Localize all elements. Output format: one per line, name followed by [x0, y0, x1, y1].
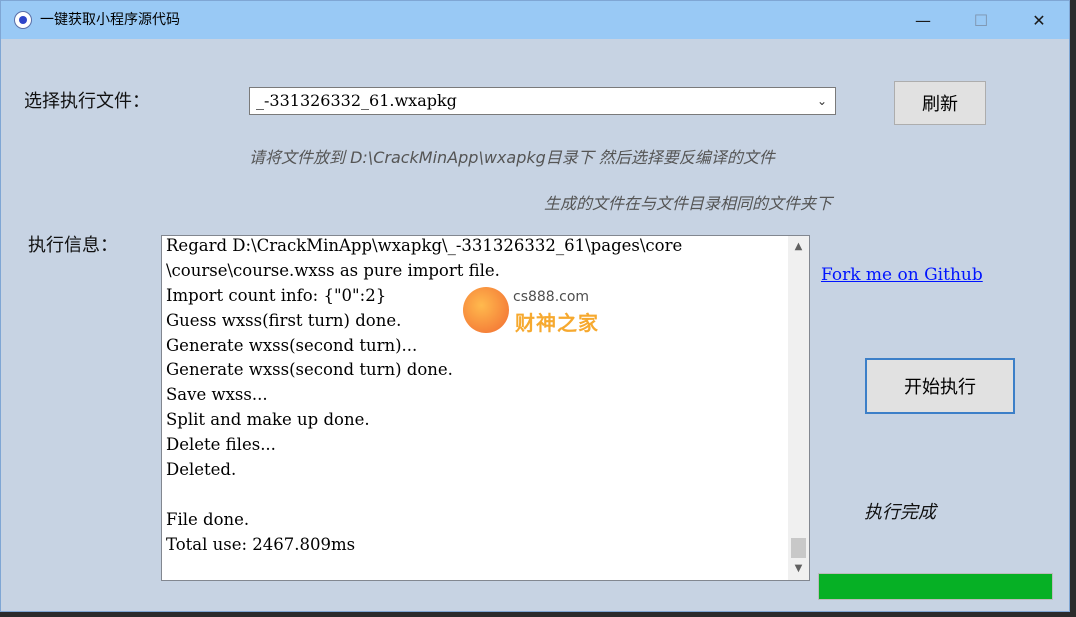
hint-text-2: 生成的文件在与文件目录相同的文件夹下	[544, 194, 833, 213]
watermark-text: 财神之家	[515, 311, 599, 335]
log-line: Generate wxss(second turn) done.	[166, 360, 453, 380]
progress-fill	[819, 574, 1052, 599]
scrollbar-thumb[interactable]	[791, 538, 806, 558]
title-bar[interactable]: 一键获取小程序源代码 — ☐ ✕	[1, 1, 1069, 39]
log-line: Delete files...	[166, 435, 276, 455]
log-label: 执行信息：	[28, 235, 118, 256]
status-text: 执行完成	[864, 502, 936, 523]
scroll-up-icon[interactable]: ▲	[788, 238, 809, 256]
maximize-button[interactable]: ☐	[952, 1, 1010, 39]
app-icon	[14, 11, 32, 29]
refresh-button[interactable]: 刷新	[894, 81, 986, 125]
watermark-url: cs888.com	[513, 289, 590, 305]
app-window: 一键获取小程序源代码 — ☐ ✕ 选择执行文件： _-331326332_61.…	[0, 0, 1070, 612]
start-button[interactable]: 开始执行	[865, 358, 1015, 414]
github-link[interactable]: Fork me on Github	[821, 264, 983, 286]
log-line: Save wxss...	[166, 385, 268, 405]
log-scrollbar[interactable]: ▲ ▼	[788, 236, 809, 580]
log-line: Regard D:\CrackMinApp\wxapkg\_-331326332…	[166, 236, 683, 255]
log-line: File done.	[166, 509, 250, 529]
log-line: Total use: 2467.809ms	[166, 534, 356, 554]
file-select-value: _-331326332_61.wxapkg	[256, 91, 457, 110]
minimize-button[interactable]: —	[894, 1, 952, 39]
hint-text-1: 请将文件放到 D:\CrackMinApp\wxapkg目录下 然后选择要反编译…	[249, 148, 775, 167]
file-select-label: 选择执行文件：	[24, 91, 150, 112]
close-button[interactable]: ✕	[1010, 1, 1068, 39]
log-line: Deleted.	[166, 460, 237, 480]
log-line: Generate wxss(second turn)...	[166, 335, 418, 355]
log-line: \course\course.wxss as pure import file.	[166, 260, 500, 280]
progress-bar	[818, 573, 1053, 600]
scroll-down-icon[interactable]: ▼	[788, 560, 809, 578]
log-line: Split and make up done.	[166, 410, 370, 430]
file-select-dropdown[interactable]: _-331326332_61.wxapkg ⌄	[249, 87, 836, 115]
log-lines: Regard D:\CrackMinApp\wxapkg\_-331326332…	[166, 236, 784, 558]
chevron-down-icon[interactable]: ⌄	[813, 91, 831, 111]
window-title: 一键获取小程序源代码	[40, 12, 180, 28]
watermark-logo-icon	[463, 287, 509, 333]
watermark: cs888.com 财神之家	[463, 287, 623, 337]
